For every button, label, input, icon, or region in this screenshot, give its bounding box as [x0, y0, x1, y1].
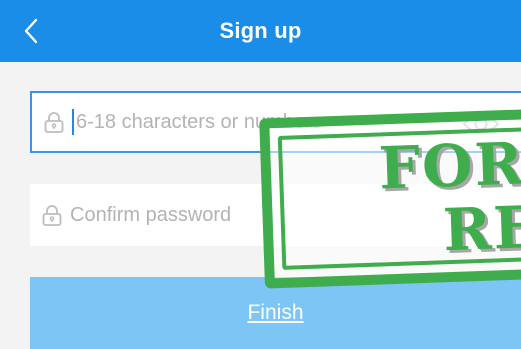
back-button[interactable] [18, 14, 44, 48]
finish-button-label: Finish [247, 301, 304, 324]
confirm-password-field[interactable] [30, 184, 521, 246]
chevron-left-icon [24, 18, 38, 44]
finish-button[interactable]: Finish [30, 277, 521, 349]
password-field[interactable] [30, 91, 521, 153]
password-input[interactable] [76, 110, 521, 134]
eye-icon[interactable] [461, 107, 501, 141]
confirm-password-input[interactable] [70, 203, 521, 227]
page-title: Sign up [219, 18, 302, 43]
lock-icon [44, 112, 64, 133]
text-caret [72, 109, 74, 135]
lock-icon [42, 205, 62, 226]
top-bar: Sign up [0, 0, 521, 62]
